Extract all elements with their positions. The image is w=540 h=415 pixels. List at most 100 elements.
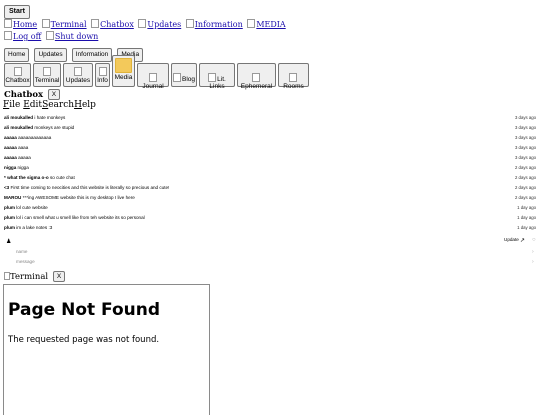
message-text: monkeys are stupid (34, 125, 75, 130)
chevron-icon: › (532, 249, 534, 255)
ephemeral-icon-button[interactable]: Ephemeral (237, 63, 276, 90)
chat-message: aaaaa aaaaaaaaaaaaa 3 days ago (4, 133, 536, 143)
start-button[interactable]: Start (4, 5, 30, 19)
broken-image-icon (148, 73, 157, 82)
broken-image-icon (247, 19, 256, 28)
chat-message: aaaaa aaaa 3 days ago (4, 143, 536, 153)
message-author: * what the sigma o-o (4, 175, 49, 180)
nav-link-chatbox[interactable]: Chatbox (91, 19, 134, 29)
lit-links-icon-button[interactable]: Lit. Links (199, 63, 235, 90)
media-icon-button[interactable]: Media (112, 55, 135, 87)
chat-message: plum lol cute website 1 day ago (4, 203, 536, 213)
menu-edit[interactable]: Edit (20, 100, 42, 110)
shut-down-link[interactable]: Shut down (45, 31, 98, 41)
message-time: 3 days ago (514, 125, 536, 130)
message-author: plum (4, 215, 15, 220)
broken-image-icon (289, 73, 297, 82)
update-button[interactable]: Update (504, 237, 519, 242)
error-heading: Page Not Found (8, 300, 161, 320)
chatbox-title: Chatbox (4, 90, 44, 100)
broken-image-icon (74, 67, 82, 76)
external-link-icon[interactable]: ↗ (520, 237, 525, 244)
broken-image-icon (98, 67, 107, 76)
menu-search[interactable]: Search (42, 100, 74, 110)
menu-file[interactable]: File (3, 100, 20, 110)
home-button[interactable]: Home (4, 48, 30, 62)
terminal-title: Terminal (10, 272, 49, 282)
journal-icon-button[interactable]: Journal (137, 63, 169, 90)
circle-icon[interactable]: ○ (532, 237, 536, 243)
menu-help[interactable]: Help (74, 100, 96, 110)
message-text: im a lake notes :3 (16, 225, 53, 230)
nav-link-updates[interactable]: Updates (138, 19, 181, 29)
message-text: aaaaa (18, 155, 31, 160)
nav-link-media[interactable]: MEDIA (247, 19, 286, 29)
broken-image-icon (185, 19, 194, 28)
name-input[interactable]: name (16, 249, 28, 254)
message-text: aaaa (18, 145, 29, 150)
message-author: aaaaa (4, 155, 17, 160)
message-author: aaaaa (4, 135, 17, 140)
message-text: lol i can smell what u smell like from t… (16, 215, 145, 220)
broken-image-icon (252, 73, 260, 82)
updates-icon-button[interactable]: Updates (63, 63, 93, 87)
broken-image-icon (43, 67, 51, 76)
person-icon: ♟ (6, 239, 12, 245)
chat-message: <3 First time coming to neocities and th… (4, 183, 536, 193)
nav-link-terminal[interactable]: Terminal (41, 19, 87, 29)
chat-message: plum lol i can smell what u smell like f… (4, 213, 536, 223)
terminal-frame: Page Not Found The requested page was no… (3, 284, 210, 415)
message-time: 2 days ago (514, 175, 536, 180)
message-text: so cute chat (49, 175, 75, 180)
message-time: 3 days ago (514, 135, 536, 140)
chatbox-close-button[interactable]: X (47, 89, 61, 100)
message-time: 1 day ago (517, 205, 536, 210)
message-author: aaaaa (4, 145, 17, 150)
nav-link-information[interactable]: Information (185, 19, 243, 29)
blog-icon-button[interactable]: Blog (171, 63, 197, 87)
rooms-icon-button[interactable]: Rooms (278, 63, 309, 90)
message-time: 3 days ago (514, 155, 536, 160)
message-input[interactable]: message (16, 259, 35, 264)
nav-links: Home Terminal Chatbox Updates Informatio… (4, 19, 288, 30)
terminal-window-header: Terminal X (4, 271, 66, 282)
info-icon-button[interactable]: Info (95, 63, 110, 87)
message-time: 1 day ago (517, 215, 536, 220)
broken-image-icon (45, 31, 54, 40)
chatbox-icon-button[interactable]: Chatbox (4, 63, 31, 87)
message-author: MAROU (4, 195, 22, 200)
broken-image-icon (91, 19, 100, 28)
message-author: <3 (4, 185, 10, 190)
chatbox-window-header: Chatbox X (4, 89, 61, 100)
chat-message: ali moukalled i hate monkeys 3 days ago (4, 113, 536, 123)
message-text: lol cute website (16, 205, 48, 210)
nav-link-home[interactable]: Home (4, 19, 37, 29)
broken-image-icon (4, 31, 12, 40)
updates-button[interactable]: Updates (34, 48, 67, 62)
message-time: 2 days ago (514, 195, 536, 200)
broken-image-icon (41, 19, 50, 28)
message-time: 2 days ago (514, 185, 536, 190)
message-text: First time coming to neocities and this … (10, 185, 170, 190)
terminal-close-button[interactable]: X (52, 271, 66, 282)
chatbox-menu-bar: File EditSearchHelp (3, 100, 96, 110)
message-text: ***ing AWESOME website this is my deskto… (22, 195, 135, 200)
chat-message: MAROU ***ing AWESOME website this is my … (4, 193, 536, 203)
error-message: The requested page was not found. (8, 335, 160, 345)
message-text: i hate monkeys (34, 115, 66, 120)
broken-image-icon (13, 67, 22, 76)
log-off-link[interactable]: Log off (4, 31, 41, 41)
chat-message: ali moukalled monkeys are stupid 3 days a… (4, 123, 536, 133)
message-author: ali moukalled (4, 125, 34, 130)
message-author: nigga (4, 165, 17, 170)
folder-icon (115, 58, 132, 73)
chat-message: nigga nigga 2 days ago (4, 163, 536, 173)
message-time: 1 day ago (517, 225, 536, 230)
terminal-icon-button[interactable]: Terminal (33, 63, 61, 87)
chat-message: plum im a lake notes :3 1 day ago (4, 223, 536, 233)
message-time: 3 days ago (514, 115, 536, 120)
chevron-icon: › (532, 259, 534, 265)
information-button[interactable]: Information (71, 48, 113, 62)
message-author: plum (4, 225, 15, 230)
chat-message-list: ali moukalled i hate monkeys 3 days ago al… (4, 113, 536, 233)
